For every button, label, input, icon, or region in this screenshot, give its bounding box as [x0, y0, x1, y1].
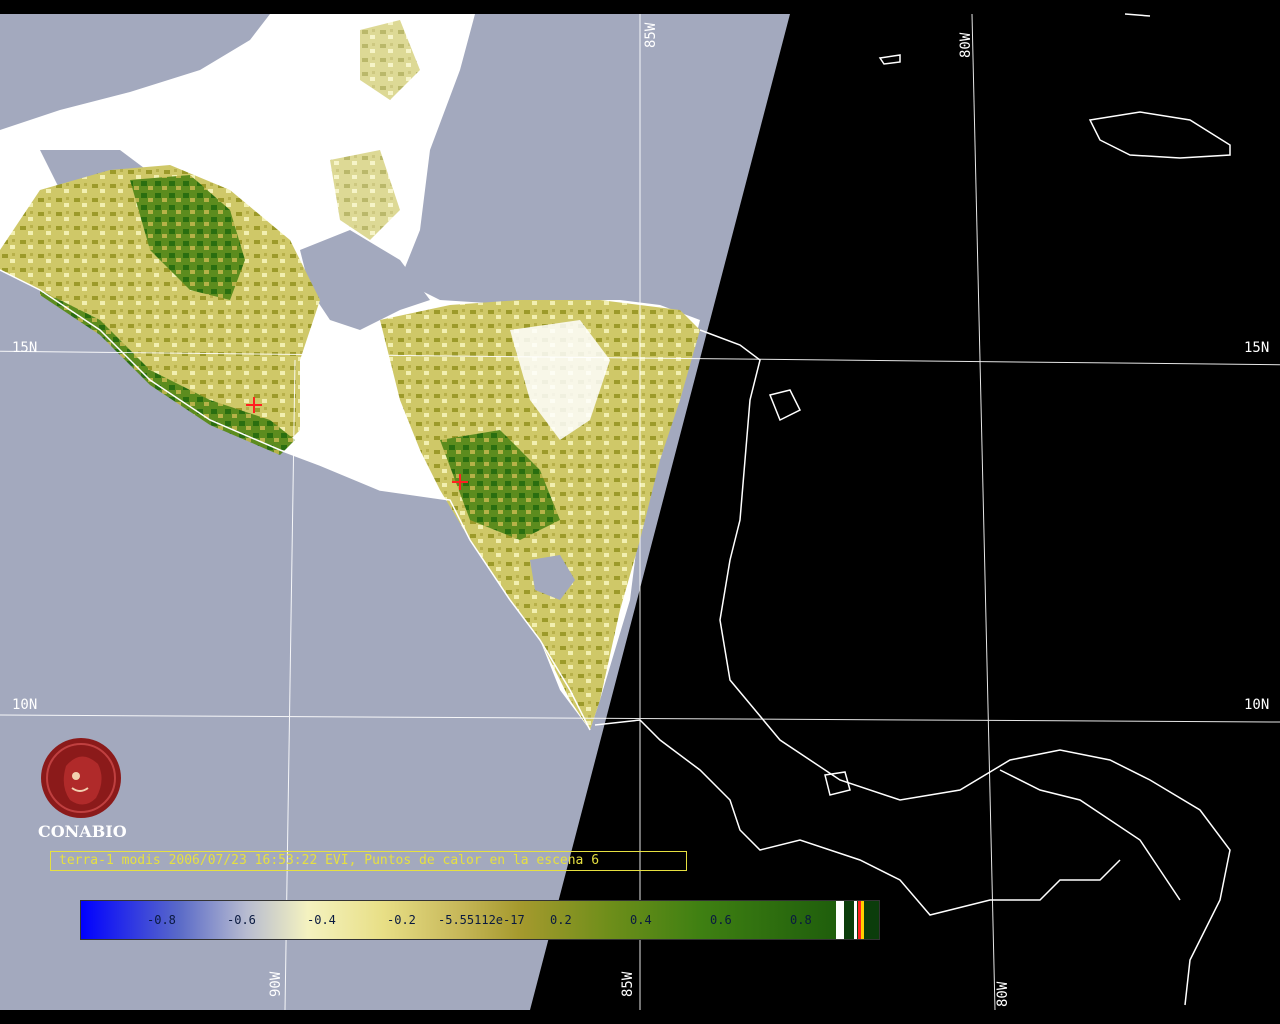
label-15n-right: 15N [1244, 340, 1270, 356]
colorbar-tick: -0.6 [227, 913, 256, 927]
label-90w-bottom: 90W [268, 971, 284, 997]
evi-colorbar: -0.8 -0.6 -0.4 -0.2 -5.55112e-17 0.2 0.4… [80, 900, 880, 940]
colorbar-tick: 0.2 [550, 913, 572, 927]
colorbar-tick: -0.2 [387, 913, 416, 927]
colorbar-tick: -0.8 [147, 913, 176, 927]
scene-caption: terra-1 modis 2006/07/23 16:53:22 EVI, P… [50, 851, 687, 871]
colorbar-tick: 0.4 [630, 913, 652, 927]
colorbar-tick: -5.55112e-17 [438, 913, 525, 927]
colorbar-flags [836, 901, 879, 939]
colorbar-tick: -0.4 [307, 913, 336, 927]
label-10n-left: 10N [12, 697, 38, 713]
label-85w-bottom: 85W [620, 971, 636, 997]
conabio-logo-icon [41, 738, 121, 818]
conabio-logo-text: CONABIO [38, 822, 127, 841]
colorbar-tick: 0.8 [790, 913, 812, 927]
label-80w-bottom: 80W [995, 981, 1011, 1007]
label-10n-right: 10N [1244, 697, 1270, 713]
label-80w-top: 80W [958, 32, 974, 58]
label-15n-left: 15N [12, 340, 38, 356]
label-85w-top: 85W [643, 22, 659, 48]
colorbar-tick: 0.6 [710, 913, 732, 927]
